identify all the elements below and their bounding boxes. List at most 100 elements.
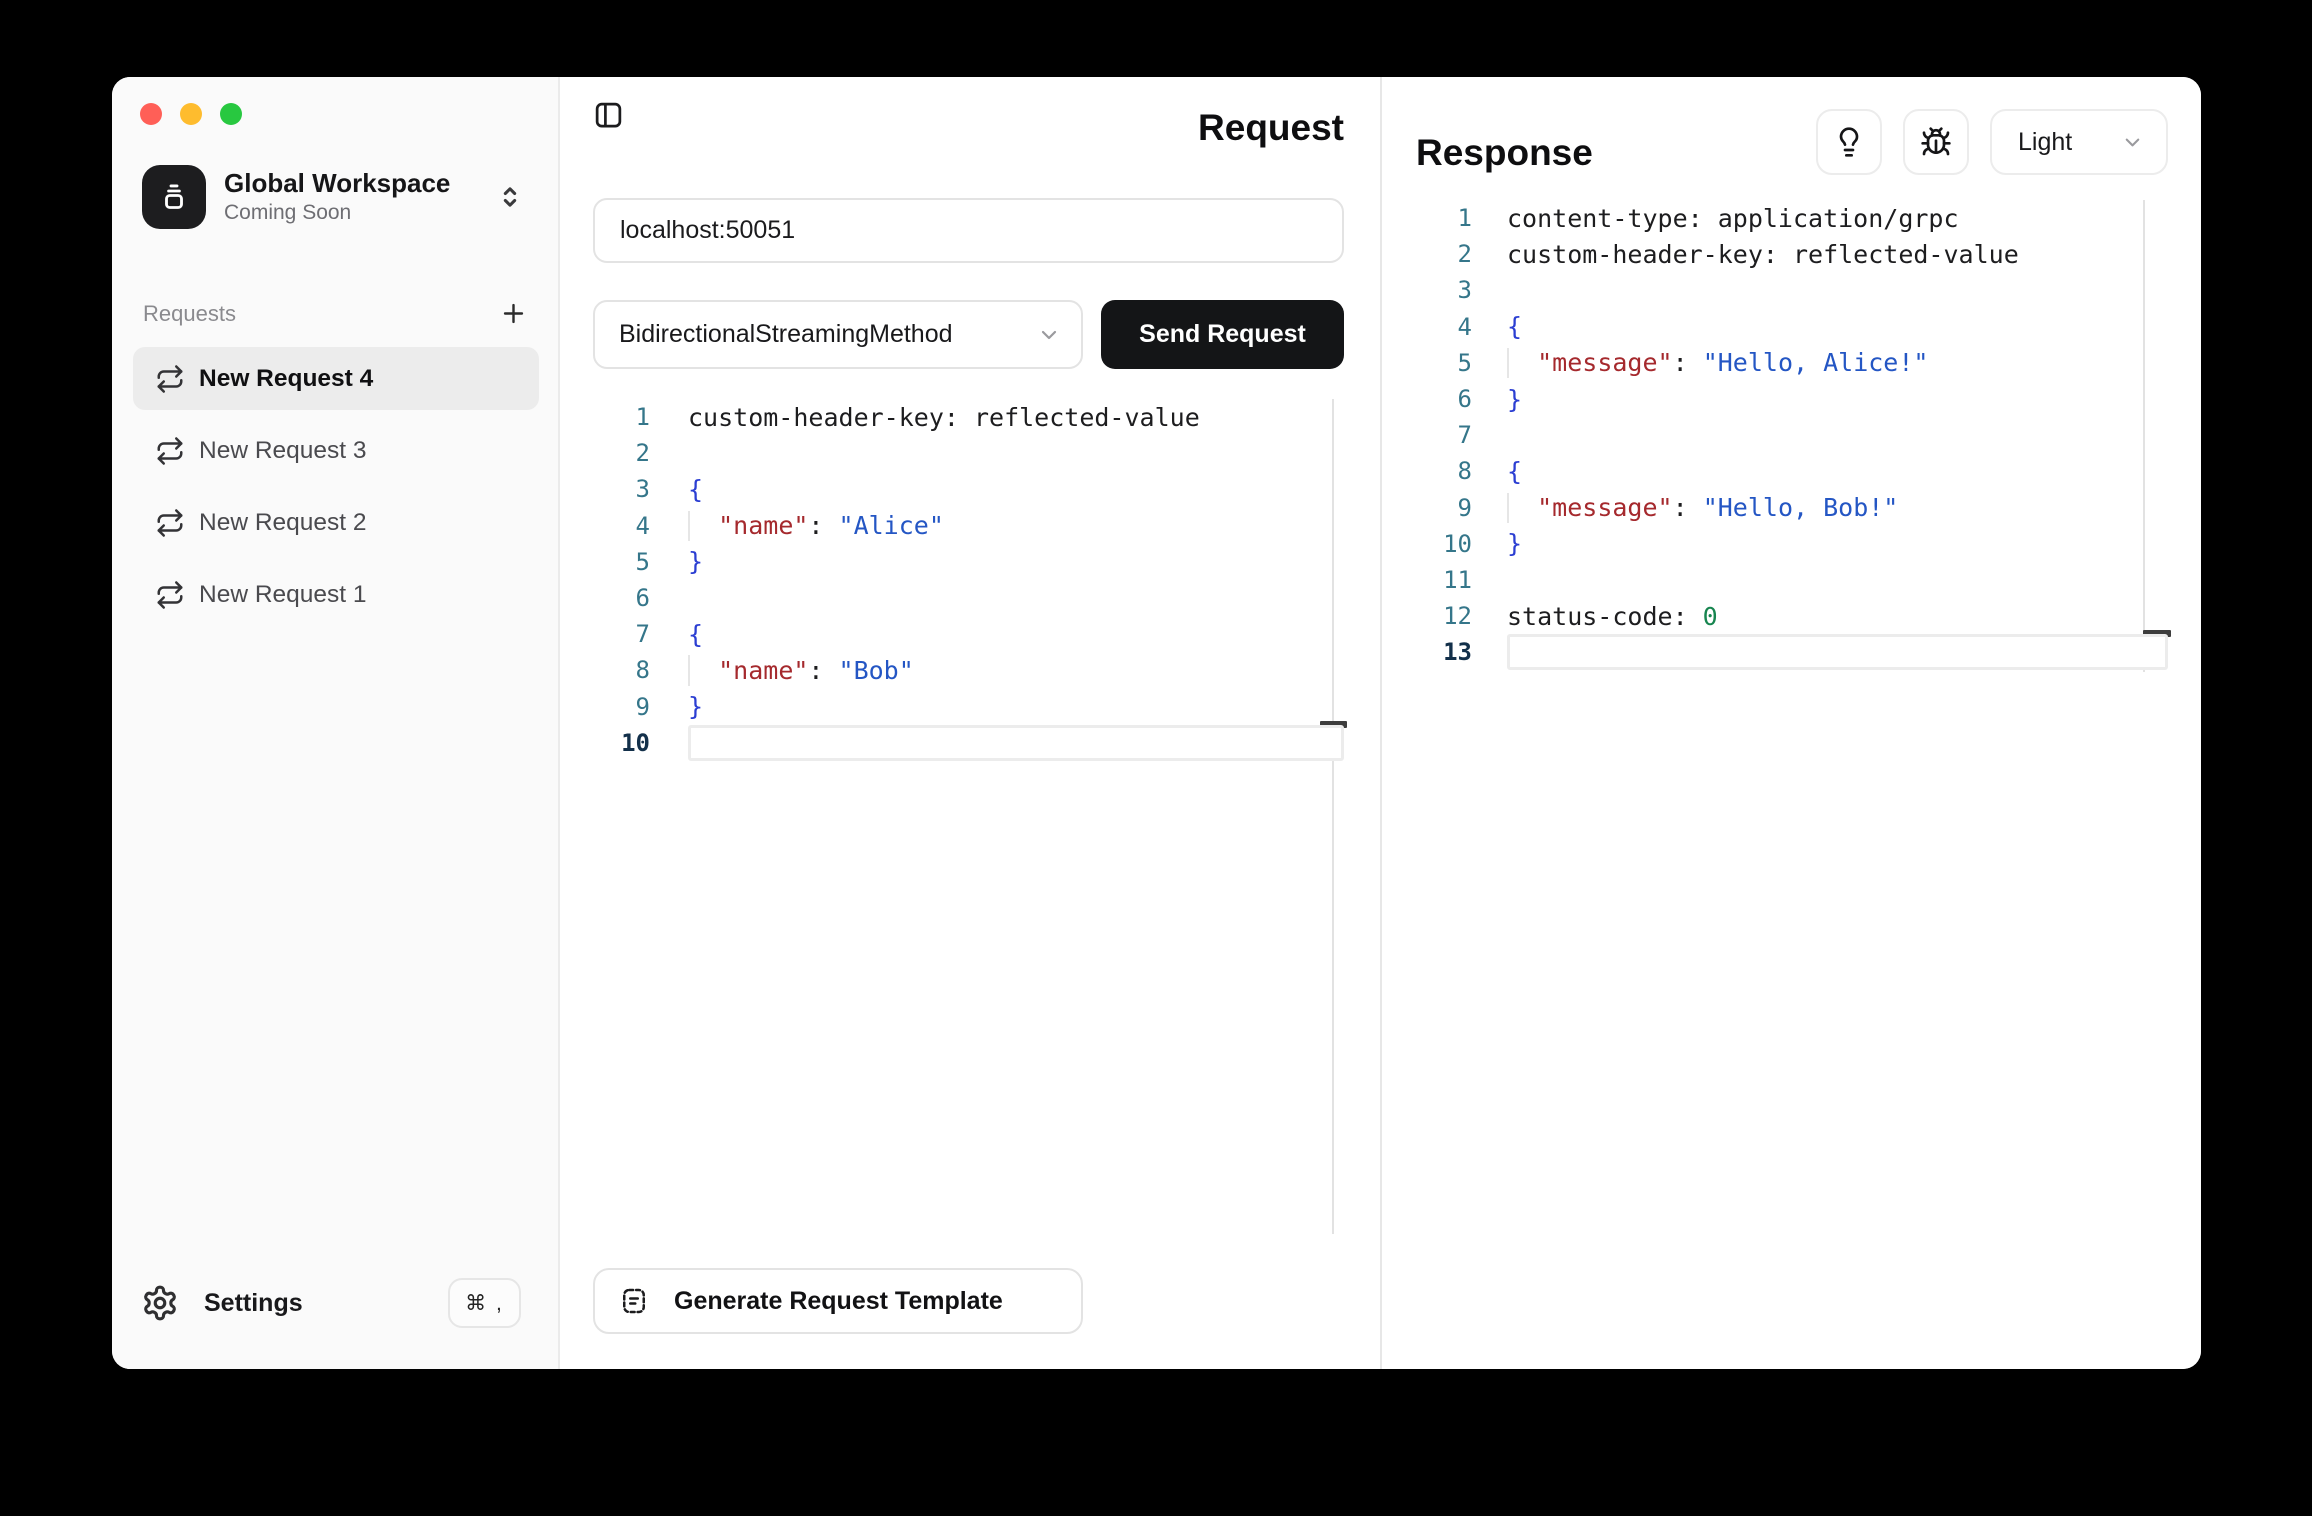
code-line-9[interactable]: 9 "message": "Hello, Bob!" xyxy=(1416,490,2168,526)
repeat-arrows-icon xyxy=(155,364,185,394)
response-panel: Response xyxy=(1382,77,2201,1369)
code-line-3[interactable]: 3{ xyxy=(593,471,1344,507)
code-content[interactable]: } xyxy=(1507,381,2168,417)
sidebar: Global Workspace Coming Soon Requests xyxy=(112,77,560,1369)
line-number: 5 xyxy=(1416,349,1472,377)
server-url-input[interactable]: localhost:50051 xyxy=(593,198,1344,263)
response-body-viewer[interactable]: 1content-type: application/grpc 2 custom-h… xyxy=(1416,200,2168,690)
code-line-1[interactable]: 1content-type: application/grpc xyxy=(1416,200,2168,236)
line-number: 4 xyxy=(1416,313,1472,341)
line-number: 2 xyxy=(593,439,650,467)
sidebar-request-item-4[interactable]: New Request 1 xyxy=(133,563,539,626)
code-content[interactable] xyxy=(1507,417,2168,453)
line-number: 3 xyxy=(593,475,650,503)
code-content[interactable] xyxy=(1507,272,2168,308)
minimize-window-button[interactable] xyxy=(180,103,202,125)
archive-box-icon xyxy=(142,165,206,229)
sidebar-request-item-1[interactable]: New Request 4 xyxy=(133,347,539,410)
lightbulb-icon xyxy=(1833,126,1865,158)
code-content[interactable]: "name": "Alice" xyxy=(688,508,1344,544)
code-line-2[interactable]: 2 custom-header-key: reflected-value xyxy=(1416,236,2168,272)
theme-dropdown[interactable]: Light xyxy=(1990,109,2168,175)
code-content[interactable] xyxy=(1507,562,2168,598)
settings-shortcut-badge: ⌘ , xyxy=(448,1278,521,1328)
code-line-7[interactable]: 7 xyxy=(1416,417,2168,453)
sidebar-request-item-3[interactable]: New Request 2 xyxy=(133,491,539,554)
window-controls xyxy=(140,103,558,125)
workspace-switcher[interactable]: Global Workspace Coming Soon xyxy=(142,165,524,229)
code-content[interactable]: "message": "Hello, Bob!" xyxy=(1507,490,2168,526)
code-content[interactable]: content-type: application/grpc xyxy=(1507,200,2168,236)
code-content[interactable]: } xyxy=(688,689,1344,725)
line-number: 3 xyxy=(1416,276,1472,304)
line-number: 9 xyxy=(1416,494,1472,522)
code-content[interactable] xyxy=(688,725,1344,761)
hint-button[interactable] xyxy=(1816,109,1882,175)
dashed-template-icon xyxy=(619,1286,649,1316)
line-number: 2 xyxy=(1416,240,1472,268)
code-line-10[interactable]: 10} xyxy=(1416,526,2168,562)
chevron-up-down-icon xyxy=(496,180,524,214)
zoom-window-button[interactable] xyxy=(220,103,242,125)
generate-request-template-button[interactable]: Generate Request Template xyxy=(593,1268,1083,1334)
request-item-label: New Request 2 xyxy=(199,509,367,537)
line-number: 7 xyxy=(593,620,650,648)
close-window-button[interactable] xyxy=(140,103,162,125)
code-content[interactable]: "message": "Hello, Alice!" xyxy=(1507,345,2168,381)
code-line-4[interactable]: 4{ xyxy=(1416,309,2168,345)
repeat-arrows-icon xyxy=(155,436,185,466)
code-content[interactable]: "name": "Bob" xyxy=(688,652,1344,688)
workspace-subtitle: Coming Soon xyxy=(224,200,450,226)
app-window: Global Workspace Coming Soon Requests xyxy=(112,77,2201,1369)
line-number: 13 xyxy=(1416,638,1472,666)
code-line-8[interactable]: 8{ xyxy=(1416,453,2168,489)
code-line-6[interactable]: 6 xyxy=(593,580,1344,616)
code-content[interactable] xyxy=(1507,634,2168,670)
code-line-12[interactable]: 12 status-code: 0 xyxy=(1416,598,2168,634)
request-body-editor[interactable]: 1custom-header-key: reflected-value23{4 … xyxy=(593,399,1344,1234)
code-line-5[interactable]: 5 "message": "Hello, Alice!" xyxy=(1416,345,2168,381)
code-content[interactable]: { xyxy=(1507,453,2168,489)
request-item-label: New Request 1 xyxy=(199,581,367,609)
code-line-2[interactable]: 2 xyxy=(593,435,1344,471)
code-content[interactable]: custom-header-key: reflected-value xyxy=(688,399,1344,435)
sidebar-request-item-2[interactable]: New Request 3 xyxy=(133,419,539,482)
code-content[interactable]: } xyxy=(1507,526,2168,562)
code-content[interactable] xyxy=(688,580,1344,616)
code-line-13[interactable]: 13 xyxy=(1416,634,2168,670)
debug-button[interactable] xyxy=(1903,109,1969,175)
repeat-arrows-icon xyxy=(155,508,185,538)
code-content[interactable]: { xyxy=(688,471,1344,507)
code-content[interactable]: { xyxy=(688,616,1344,652)
request-item-label: New Request 3 xyxy=(199,437,367,465)
line-number: 6 xyxy=(593,584,650,612)
code-line-7[interactable]: 7{ xyxy=(593,616,1344,652)
code-line-4[interactable]: 4 "name": "Alice" xyxy=(593,508,1344,544)
code-content[interactable] xyxy=(688,435,1344,471)
code-line-8[interactable]: 8 "name": "Bob" xyxy=(593,652,1344,688)
add-request-button[interactable] xyxy=(499,299,528,328)
code-line-1[interactable]: 1 custom-header-key: reflected-value xyxy=(593,399,1344,435)
code-content[interactable]: custom-header-key: reflected-value xyxy=(1507,236,2168,272)
code-line-6[interactable]: 6} xyxy=(1416,381,2168,417)
request-item-label: New Request 4 xyxy=(199,365,373,393)
method-dropdown[interactable]: BidirectionalStreamingMethod xyxy=(593,300,1083,369)
gear-icon xyxy=(138,1281,182,1325)
code-line-10[interactable]: 10 xyxy=(593,725,1344,761)
code-content[interactable]: status-code: 0 xyxy=(1507,598,2168,634)
send-request-button[interactable]: Send Request xyxy=(1101,300,1344,369)
line-number: 9 xyxy=(593,693,650,721)
request-panel-title: Request xyxy=(1198,107,1344,149)
code-line-11[interactable]: 11 xyxy=(1416,562,2168,598)
line-number: 1 xyxy=(593,403,650,431)
toggle-sidebar-button[interactable] xyxy=(593,99,624,130)
line-number: 10 xyxy=(593,729,650,757)
chevron-down-icon xyxy=(1037,323,1061,347)
code-content[interactable]: } xyxy=(688,544,1344,580)
settings-button[interactable]: Settings ⌘ , xyxy=(138,1278,521,1328)
code-line-3[interactable]: 3 xyxy=(1416,272,2168,308)
code-line-5[interactable]: 5} xyxy=(593,544,1344,580)
code-content[interactable]: { xyxy=(1507,309,2168,345)
line-number: 12 xyxy=(1416,602,1472,630)
code-line-9[interactable]: 9} xyxy=(593,689,1344,725)
